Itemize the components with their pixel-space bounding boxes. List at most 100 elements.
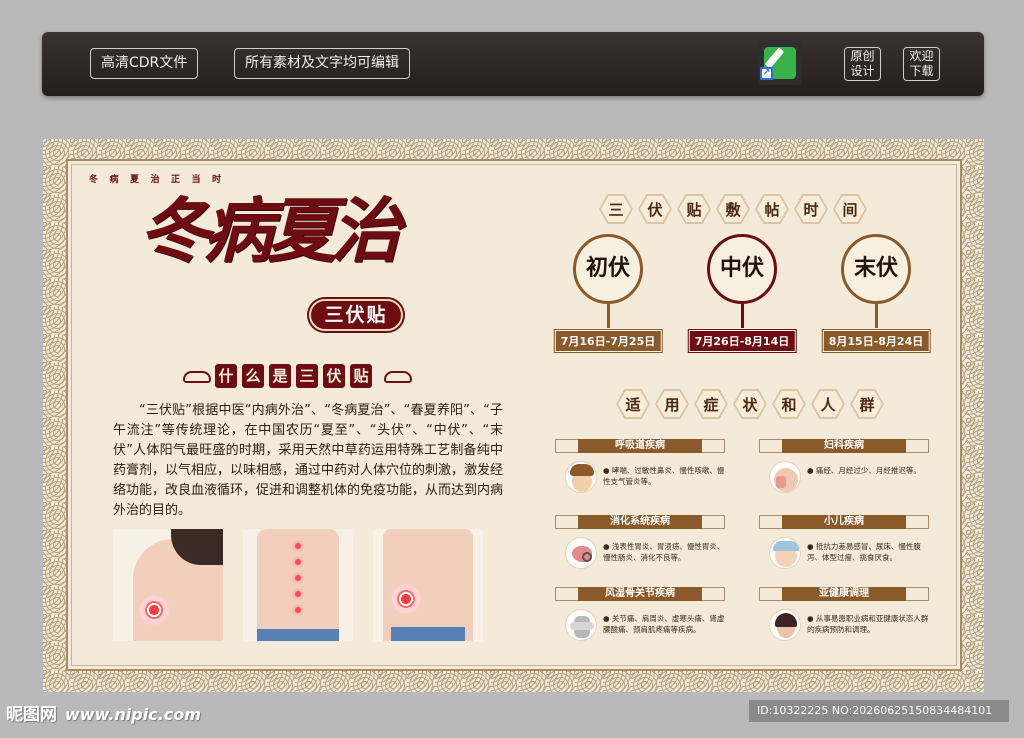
pants-shape [257, 629, 339, 641]
hex-char: 人 [811, 389, 845, 419]
hd-cdr-button[interactable]: 高清CDR文件 [90, 48, 199, 79]
poster-subtitle: 冬病夏治正当时 [89, 175, 233, 185]
pain-point-icon [391, 584, 421, 614]
category-label: 呼吸道疾病 [578, 439, 702, 453]
download-line1: 欢迎 [909, 49, 934, 63]
period-name: 初伏 [573, 234, 643, 304]
watermark-logo: 昵图网 [6, 705, 57, 725]
hex-char: 敷 [716, 194, 750, 224]
title-char: 什 [215, 364, 237, 388]
baby-avatar-icon [769, 537, 801, 569]
original-design-button[interactable]: 原创 设计 [844, 47, 881, 81]
editable-button[interactable]: 所有素材及文字均可编辑 [234, 48, 410, 79]
lower-back-photo [373, 529, 483, 641]
original-line2: 设计 [850, 64, 875, 78]
period-name: 中伏 [707, 234, 777, 304]
title-char: 贴 [350, 364, 372, 388]
category-subhealth: 亚健康调理 ● 从事易患职业病和亚健康状态人群的疾病预防和调理。 [759, 587, 929, 649]
period-mofu: 末伏 8月15日-8月24日 [821, 234, 931, 353]
category-text: ● 从事易患职业病和亚健康状态人群的疾病预防和调理。 [807, 614, 929, 634]
period-zhongfu: 中伏 7月26日-8月14日 [687, 234, 797, 353]
period-date: 8月15日-8月24日 [821, 329, 931, 353]
back-photo [243, 529, 353, 641]
acupoint-dot [295, 559, 301, 565]
watermark-site: www.nipic.com [65, 705, 201, 724]
cloud-ornament-left-icon [183, 371, 211, 383]
intro-paragraph: “三伏贴”根据中医“内病外治”、“冬病夏治”、“春夏养阳”、“子午流注”等传统理… [113, 403, 504, 518]
hex-char: 时 [794, 194, 828, 224]
category-text: ● 抵抗力差易感冒、尿床、慢性腹泻、体型过瘦、挑食厌食。 [807, 542, 921, 562]
stomach-avatar-icon [565, 537, 597, 569]
category-header: 小儿疾病 [759, 515, 929, 529]
cloud-ornament-right-icon [384, 371, 412, 383]
lower-back-skin [383, 529, 473, 641]
period-stem [606, 304, 610, 328]
sanfu-badge: 三伏贴 [309, 299, 403, 331]
acupoint-dot [295, 543, 301, 549]
symptom-section-title: 适 用 症 状 和 人 群 [616, 389, 884, 419]
acupoint-dot [295, 607, 301, 613]
section-what-is-sanfu: 什 么 是 三 伏 贴 [183, 364, 423, 390]
joint-avatar-icon [565, 609, 597, 641]
shoulder-photo [113, 529, 223, 641]
category-text: ● 痛经、月经过少、月经推迟等。 [807, 466, 921, 475]
category-pediatric: 小儿疾病 ● 抵抗力差易感冒、尿床、慢性腹泻、体型过瘦、挑食厌食。 [759, 515, 929, 577]
tired-woman-avatar-icon [769, 609, 801, 641]
category-header: 亚健康调理 [759, 587, 929, 601]
welcome-download-button[interactable]: 欢迎 下载 [903, 47, 940, 81]
title-char: 么 [242, 364, 264, 388]
category-label: 妇科疾病 [782, 439, 906, 453]
hex-char: 状 [733, 389, 767, 419]
period-date: 7月26日-8月14日 [687, 329, 797, 353]
hex-char: 群 [850, 389, 884, 419]
pants-shape [391, 627, 465, 641]
hex-char: 适 [616, 389, 650, 419]
hex-char: 贴 [677, 194, 711, 224]
time-section-title: 三 伏 贴 敷 帖 时 间 [599, 194, 867, 224]
period-date: 7月16日-7月25日 [553, 329, 663, 353]
hex-char: 帖 [755, 194, 789, 224]
coreldraw-app-icon[interactable]: ↗ [758, 41, 802, 85]
original-line1: 原创 [850, 49, 875, 63]
download-line2: 下载 [909, 64, 934, 78]
image-id-label: ID:10322225 NO:20260625150834484101 [749, 700, 1009, 722]
top-toolbar: 高清CDR文件 所有素材及文字均可编辑 ↗ 原创 设计 欢迎 下载 [42, 32, 984, 96]
woman-avatar-icon [769, 461, 801, 493]
title-char: 是 [269, 364, 291, 388]
period-chufu: 初伏 7月16日-7月25日 [553, 234, 663, 353]
category-label: 小儿疾病 [782, 515, 906, 529]
category-label: 消化系统疾病 [578, 515, 702, 529]
title-char: 伏 [323, 364, 345, 388]
category-text: ● 浅表性胃炎、胃溃疡、慢性胃炎、慢性肠炎、消化不良等。 [603, 542, 725, 562]
category-respiratory: 呼吸道疾病 ● 哮喘、过敏性鼻炎、慢性咳嗽、慢性支气管炎等。 [555, 439, 725, 501]
period-stem [874, 304, 878, 328]
hex-char: 三 [599, 194, 633, 224]
category-header: 妇科疾病 [759, 439, 929, 453]
category-label: 亚健康调理 [782, 587, 906, 601]
period-name: 末伏 [841, 234, 911, 304]
category-digestive: 消化系统疾病 ● 浅表性胃炎、胃溃疡、慢性胃炎、慢性肠炎、消化不良等。 [555, 515, 725, 577]
child-avatar-icon [565, 461, 597, 493]
category-header: 风湿骨关节疾病 [555, 587, 725, 601]
poster-title: 冬病夏治 [139, 189, 401, 272]
hex-char: 伏 [638, 194, 672, 224]
shortcut-arrow-icon: ↗ [760, 67, 773, 80]
category-header: 呼吸道疾病 [555, 439, 725, 453]
category-text: ● 关节痛、肩周炎、虚寒头痛、肾虚腰酸痛、颈肩肌疼痛等疾病。 [603, 614, 725, 634]
acupoint-dot [295, 591, 301, 597]
category-gynecology: 妇科疾病 ● 痛经、月经过少、月经推迟等。 [759, 439, 929, 501]
title-char: 三 [296, 364, 318, 388]
hex-char: 用 [655, 389, 689, 419]
acupoint-dot [295, 575, 301, 581]
pain-point-icon [139, 595, 169, 625]
nipic-watermark: 昵图网 www.nipic.com [6, 700, 201, 725]
category-text: ● 哮喘、过敏性鼻炎、慢性咳嗽、慢性支气管炎等。 [603, 466, 725, 486]
hex-char: 间 [833, 194, 867, 224]
category-label: 风湿骨关节疾病 [578, 587, 702, 601]
category-header: 消化系统疾病 [555, 515, 725, 529]
category-rheumatism: 风湿骨关节疾病 ● 关节痛、肩周炎、虚寒头痛、肾虚腰酸痛、颈肩肌疼痛等疾病。 [555, 587, 725, 649]
hex-char: 症 [694, 389, 728, 419]
hex-char: 和 [772, 389, 806, 419]
poster-preview: 冬病夏治正当时 冬病夏治 三伏贴 什 么 是 三 伏 贴 “三伏贴”根据中医“内… [43, 139, 984, 692]
period-stem [740, 304, 744, 328]
